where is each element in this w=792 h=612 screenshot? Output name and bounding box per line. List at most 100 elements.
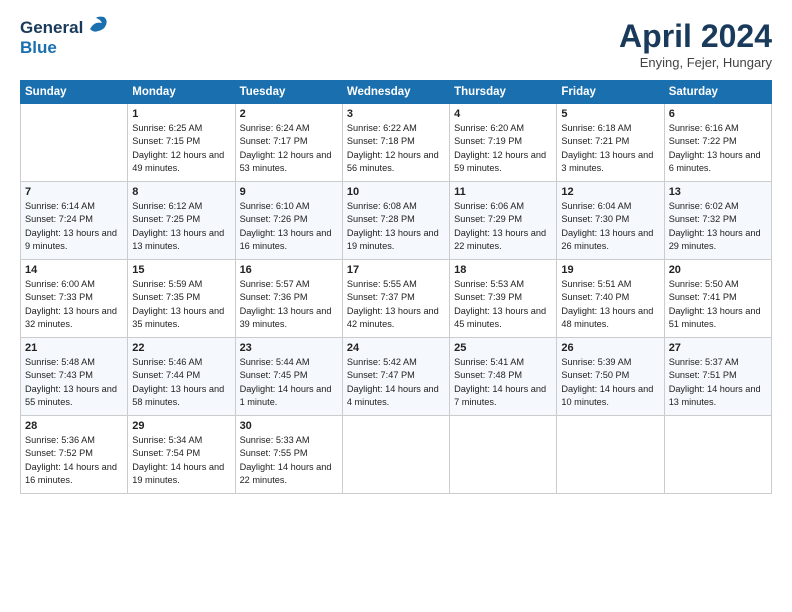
day-number: 21 — [25, 342, 123, 354]
day-info: Sunrise: 5:33 AM Sunset: 7:55 PM Dayligh… — [240, 434, 338, 487]
daylight-text: Daylight: 14 hours and 22 minutes. — [240, 462, 332, 485]
day-number: 11 — [454, 186, 552, 198]
daylight-text: Daylight: 13 hours and 48 minutes. — [561, 306, 653, 329]
day-number: 26 — [561, 342, 659, 354]
sunrise-text: Sunrise: 5:51 AM — [561, 279, 631, 289]
calendar-cell: 21 Sunrise: 5:48 AM Sunset: 7:43 PM Dayl… — [21, 338, 128, 416]
day-number: 27 — [669, 342, 767, 354]
calendar-week-3: 14 Sunrise: 6:00 AM Sunset: 7:33 PM Dayl… — [21, 260, 772, 338]
calendar-cell: 23 Sunrise: 5:44 AM Sunset: 7:45 PM Dayl… — [235, 338, 342, 416]
sunrise-text: Sunrise: 5:34 AM — [132, 435, 202, 445]
day-number: 19 — [561, 264, 659, 276]
daylight-text: Daylight: 12 hours and 49 minutes. — [132, 150, 224, 173]
calendar-cell: 24 Sunrise: 5:42 AM Sunset: 7:47 PM Dayl… — [342, 338, 449, 416]
day-info: Sunrise: 6:24 AM Sunset: 7:17 PM Dayligh… — [240, 122, 338, 175]
weekday-header-row: SundayMondayTuesdayWednesdayThursdayFrid… — [21, 81, 772, 104]
day-number: 28 — [25, 420, 123, 432]
daylight-text: Daylight: 13 hours and 3 minutes. — [561, 150, 653, 173]
day-number: 15 — [132, 264, 230, 276]
calendar-cell: 13 Sunrise: 6:02 AM Sunset: 7:32 PM Dayl… — [664, 182, 771, 260]
calendar-cell: 16 Sunrise: 5:57 AM Sunset: 7:36 PM Dayl… — [235, 260, 342, 338]
sunrise-text: Sunrise: 5:39 AM — [561, 357, 631, 367]
sunset-text: Sunset: 7:15 PM — [132, 136, 200, 146]
sunset-text: Sunset: 7:18 PM — [347, 136, 415, 146]
daylight-text: Daylight: 13 hours and 58 minutes. — [132, 384, 224, 407]
sunset-text: Sunset: 7:52 PM — [25, 448, 93, 458]
calendar-cell: 28 Sunrise: 5:36 AM Sunset: 7:52 PM Dayl… — [21, 416, 128, 494]
sunset-text: Sunset: 7:51 PM — [669, 370, 737, 380]
day-info: Sunrise: 6:20 AM Sunset: 7:19 PM Dayligh… — [454, 122, 552, 175]
sunset-text: Sunset: 7:19 PM — [454, 136, 522, 146]
sunrise-text: Sunrise: 5:57 AM — [240, 279, 310, 289]
sunrise-text: Sunrise: 5:41 AM — [454, 357, 524, 367]
day-number: 12 — [561, 186, 659, 198]
daylight-text: Daylight: 13 hours and 32 minutes. — [25, 306, 117, 329]
sunrise-text: Sunrise: 6:16 AM — [669, 123, 739, 133]
sunset-text: Sunset: 7:37 PM — [347, 292, 415, 302]
calendar-cell: 19 Sunrise: 5:51 AM Sunset: 7:40 PM Dayl… — [557, 260, 664, 338]
sunset-text: Sunset: 7:33 PM — [25, 292, 93, 302]
sunset-text: Sunset: 7:39 PM — [454, 292, 522, 302]
title-block: April 2024 Enying, Fejer, Hungary — [619, 18, 772, 70]
day-number: 24 — [347, 342, 445, 354]
day-info: Sunrise: 5:50 AM Sunset: 7:41 PM Dayligh… — [669, 278, 767, 331]
daylight-text: Daylight: 13 hours and 19 minutes. — [347, 228, 439, 251]
calendar-cell — [450, 416, 557, 494]
sunrise-text: Sunrise: 5:37 AM — [669, 357, 739, 367]
sunrise-text: Sunrise: 6:14 AM — [25, 201, 95, 211]
daylight-text: Daylight: 12 hours and 56 minutes. — [347, 150, 439, 173]
day-number: 8 — [132, 186, 230, 198]
calendar-cell: 18 Sunrise: 5:53 AM Sunset: 7:39 PM Dayl… — [450, 260, 557, 338]
daylight-text: Daylight: 12 hours and 53 minutes. — [240, 150, 332, 173]
calendar-cell: 4 Sunrise: 6:20 AM Sunset: 7:19 PM Dayli… — [450, 104, 557, 182]
calendar-cell — [557, 416, 664, 494]
calendar-cell: 26 Sunrise: 5:39 AM Sunset: 7:50 PM Dayl… — [557, 338, 664, 416]
day-info: Sunrise: 6:12 AM Sunset: 7:25 PM Dayligh… — [132, 200, 230, 253]
day-number: 5 — [561, 108, 659, 120]
day-number: 9 — [240, 186, 338, 198]
calendar-cell: 17 Sunrise: 5:55 AM Sunset: 7:37 PM Dayl… — [342, 260, 449, 338]
day-number: 13 — [669, 186, 767, 198]
calendar-cell: 20 Sunrise: 5:50 AM Sunset: 7:41 PM Dayl… — [664, 260, 771, 338]
calendar-cell: 27 Sunrise: 5:37 AM Sunset: 7:51 PM Dayl… — [664, 338, 771, 416]
daylight-text: Daylight: 14 hours and 1 minute. — [240, 384, 332, 407]
calendar-cell: 29 Sunrise: 5:34 AM Sunset: 7:54 PM Dayl… — [128, 416, 235, 494]
sunrise-text: Sunrise: 6:00 AM — [25, 279, 95, 289]
sunrise-text: Sunrise: 6:18 AM — [561, 123, 631, 133]
calendar-cell: 22 Sunrise: 5:46 AM Sunset: 7:44 PM Dayl… — [128, 338, 235, 416]
weekday-header-saturday: Saturday — [664, 81, 771, 104]
sunset-text: Sunset: 7:24 PM — [25, 214, 93, 224]
day-info: Sunrise: 5:57 AM Sunset: 7:36 PM Dayligh… — [240, 278, 338, 331]
sunset-text: Sunset: 7:32 PM — [669, 214, 737, 224]
day-number: 6 — [669, 108, 767, 120]
day-number: 16 — [240, 264, 338, 276]
sunset-text: Sunset: 7:41 PM — [669, 292, 737, 302]
daylight-text: Daylight: 14 hours and 16 minutes. — [25, 462, 117, 485]
calendar-cell: 1 Sunrise: 6:25 AM Sunset: 7:15 PM Dayli… — [128, 104, 235, 182]
day-info: Sunrise: 5:37 AM Sunset: 7:51 PM Dayligh… — [669, 356, 767, 409]
day-info: Sunrise: 6:06 AM Sunset: 7:29 PM Dayligh… — [454, 200, 552, 253]
sunrise-text: Sunrise: 5:42 AM — [347, 357, 417, 367]
daylight-text: Daylight: 12 hours and 59 minutes. — [454, 150, 546, 173]
calendar-cell — [664, 416, 771, 494]
sunset-text: Sunset: 7:50 PM — [561, 370, 629, 380]
day-info: Sunrise: 5:41 AM Sunset: 7:48 PM Dayligh… — [454, 356, 552, 409]
daylight-text: Daylight: 14 hours and 10 minutes. — [561, 384, 653, 407]
logo-blue: Blue — [20, 38, 57, 57]
calendar-cell: 12 Sunrise: 6:04 AM Sunset: 7:30 PM Dayl… — [557, 182, 664, 260]
sunrise-text: Sunrise: 5:46 AM — [132, 357, 202, 367]
sunset-text: Sunset: 7:36 PM — [240, 292, 308, 302]
day-number: 2 — [240, 108, 338, 120]
sunrise-text: Sunrise: 6:12 AM — [132, 201, 202, 211]
sunset-text: Sunset: 7:25 PM — [132, 214, 200, 224]
calendar-cell: 9 Sunrise: 6:10 AM Sunset: 7:26 PM Dayli… — [235, 182, 342, 260]
sunset-text: Sunset: 7:17 PM — [240, 136, 308, 146]
day-number: 1 — [132, 108, 230, 120]
sunrise-text: Sunrise: 5:55 AM — [347, 279, 417, 289]
day-number: 22 — [132, 342, 230, 354]
day-info: Sunrise: 5:48 AM Sunset: 7:43 PM Dayligh… — [25, 356, 123, 409]
bird-icon — [86, 15, 108, 37]
calendar-cell: 11 Sunrise: 6:06 AM Sunset: 7:29 PM Dayl… — [450, 182, 557, 260]
sunrise-text: Sunrise: 6:25 AM — [132, 123, 202, 133]
day-number: 10 — [347, 186, 445, 198]
